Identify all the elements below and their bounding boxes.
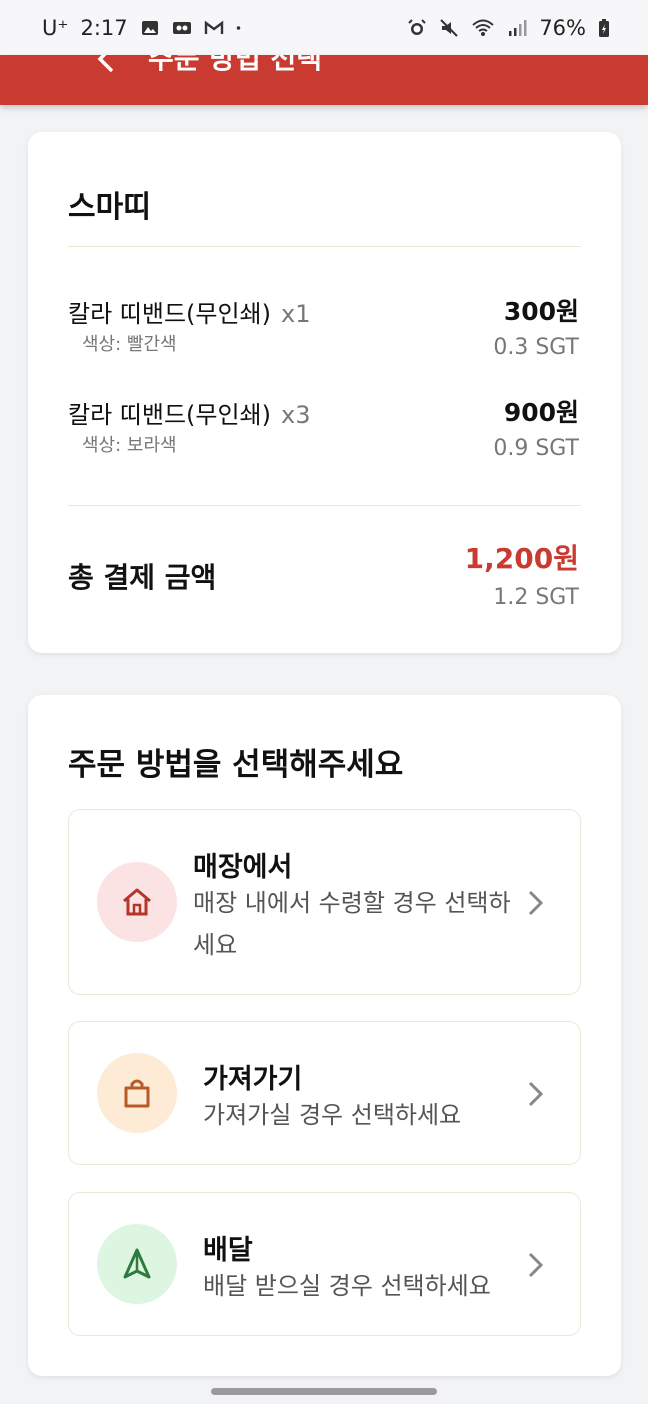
status-bar: U⁺ 2:17 76% (0, 0, 648, 55)
voicemail-icon (172, 21, 191, 34)
gallery-icon (141, 20, 158, 35)
option-title: 가져가기 (203, 1064, 303, 1095)
item-sgt: 0.9 SGT (493, 436, 579, 461)
home-indicator[interactable] (211, 1388, 437, 1395)
mute-icon (440, 18, 459, 37)
page-title: 주문 방법 선택 (148, 55, 323, 75)
dot-icon (236, 25, 240, 30)
item-sgt: 0.3 SGT (493, 335, 579, 360)
item-qty: x1 (281, 300, 311, 328)
battery-percent: 76% (539, 15, 586, 40)
chevron-right-icon (528, 890, 544, 916)
status-left: U⁺ 2:17 (42, 16, 246, 40)
item-name-text: 칼라 띠밴드(무인쇄) (68, 300, 271, 328)
delivery-option[interactable]: 배달 배달 받으실 경우 선택하세요 (68, 1192, 581, 1336)
order-summary-card: 스마띠 칼라 띠밴드(무인쇄) x1 색상: 빨간색 300원 0.3 SGT 칼… (28, 132, 621, 653)
item-name: 칼라 띠밴드(무인쇄) x1 (68, 294, 310, 329)
divider (68, 246, 581, 247)
section-title: 주문 방법을 선택해주세요 (68, 747, 404, 783)
dine-in-option[interactable]: 매장에서 매장 내에서 수령할 경우 선택하세요 (68, 809, 581, 995)
total-label: 총 결제 금액 (68, 561, 217, 594)
item-name-text: 칼라 띠밴드(무인쇄) (68, 401, 271, 429)
battery-icon (599, 18, 609, 37)
takeout-option[interactable]: 가져가기 가져가실 경우 선택하세요 (68, 1021, 581, 1165)
wifi-icon (472, 19, 494, 36)
option-title: 매장에서 (193, 852, 293, 883)
item-option: 색상: 보라색 (82, 435, 177, 456)
option-desc: 매장 내에서 수령할 경우 선택하세요 (193, 889, 511, 959)
back-button[interactable] (92, 55, 122, 81)
total-sgt: 1.2 SGT (493, 585, 579, 610)
signal-icon (509, 19, 527, 36)
item-price: 300원 (503, 297, 579, 326)
item-price: 900원 (503, 398, 579, 427)
status-right: 76% (407, 16, 610, 40)
option-desc: 가져가실 경우 선택하세요 (203, 1101, 462, 1129)
navigation-icon (97, 1224, 177, 1304)
total-price: 1,200원 (464, 542, 579, 575)
option-title: 배달 (203, 1235, 253, 1266)
chevron-right-icon (528, 1081, 544, 1107)
alarm-icon (408, 18, 427, 35)
store-name: 스마띠 (68, 190, 151, 225)
item-name: 칼라 띠밴드(무인쇄) x3 (68, 395, 310, 430)
option-desc: 배달 받으실 경우 선택하세요 (203, 1272, 491, 1300)
divider (68, 505, 581, 506)
carrier-label: U⁺ (42, 15, 69, 40)
gmail-icon (204, 20, 223, 34)
order-method-card: 주문 방법을 선택해주세요 매장에서 매장 내에서 수령할 경우 선택하세요 가… (28, 695, 621, 1376)
app-header: 주문 방법 선택 (0, 55, 648, 105)
item-qty: x3 (281, 401, 311, 429)
home-icon (97, 862, 177, 942)
clock: 2:17 (80, 15, 128, 40)
item-option: 색상: 빨간색 (82, 334, 177, 355)
shopping-bag-icon (97, 1053, 177, 1133)
chevron-right-icon (528, 1252, 544, 1278)
